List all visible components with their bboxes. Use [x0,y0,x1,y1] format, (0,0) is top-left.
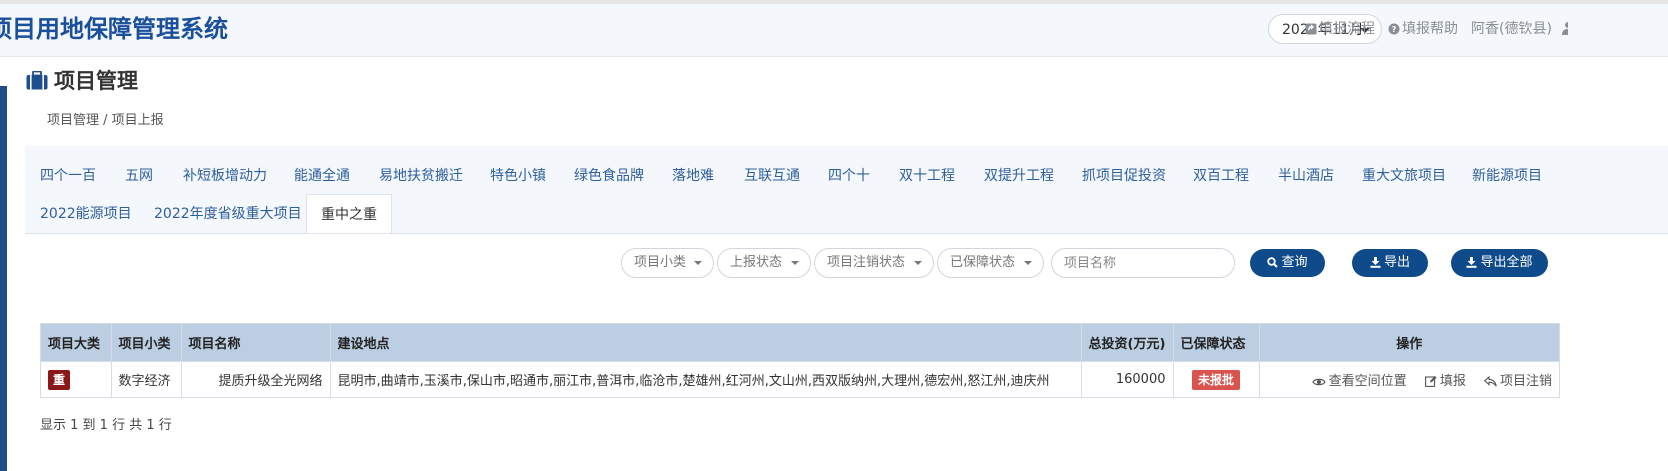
tab-13[interactable]: 抓项目促投资 [1082,162,1166,190]
tab-12[interactable]: 双提升工程 [984,162,1054,190]
tab-4[interactable]: 能通全通 [294,162,350,190]
col-header-ops: 操作 [1259,324,1559,362]
app-header: 项目用地保障管理系统 2022年11月 填报流程 ? 填报帮助 阿香(德钦县) [0,4,1668,57]
user-name: 阿香(德钦县) [1471,21,1552,37]
guarantee-status-select-label: 已保障状态 [950,255,1016,270]
query-button-label: 查询 [1281,255,1308,270]
search-icon [1267,257,1279,268]
sub-category-select-label: 项目小类 [634,255,687,270]
question-circle-icon: ? [1388,23,1400,35]
edit-icon [1424,376,1437,387]
cell-name: 提质升级全光网络 [181,361,331,397]
filter-bar: 项目小类 上报状态 项目注销状态 已保障状态 查询 导出 导出全部 [25,234,1668,292]
col-header-category[interactable]: 项目大类 [41,324,112,362]
report-status-select-label: 上报状态 [730,255,783,270]
tab-15[interactable]: 半山酒店 [1278,162,1334,190]
tab-2[interactable]: 五网 [125,162,153,190]
help-link[interactable]: ? 填报帮助 [1388,19,1458,39]
download-icon [1466,257,1477,268]
category-badge: 重 [48,369,71,390]
tab-16[interactable]: 重大文旅项目 [1362,162,1446,190]
user-icon[interactable] [1561,21,1568,35]
tab-14[interactable]: 双百工程 [1193,162,1249,190]
tab-18[interactable]: 2022能源项目 [40,200,132,228]
col-header-investment[interactable]: 总投资(万元) [1081,324,1174,362]
svg-text:?: ? [1392,25,1397,34]
download-icon [1370,257,1381,268]
tab-3[interactable]: 补短板增动力 [183,162,267,190]
tab-17[interactable]: 新能源项目 [1472,162,1542,190]
table-header-row: 项目大类 项目小类 项目名称 建设地点 总投资(万元) 已保障状态 操作 [41,324,1559,362]
cell-ops: 查看空间位置 填报 项目注销 [1259,361,1559,397]
tab-6[interactable]: 特色小镇 [490,162,546,190]
cell-investment: 160000 [1081,361,1174,397]
caret-down-icon [914,261,922,265]
view-location-label: 查看空间位置 [1328,374,1407,389]
col-header-status[interactable]: 已保障状态 [1173,324,1260,362]
system-title: 项目用地保障管理系统 [0,16,228,43]
sub-category-select[interactable]: 项目小类 [621,248,714,278]
cancel-status-select-label: 项目注销状态 [827,255,906,270]
tab-7[interactable]: 绿色食品牌 [574,162,644,190]
eye-icon [1311,378,1326,386]
caret-down-icon [791,261,799,265]
cell-category: 重 [41,361,112,397]
left-sidebar-strip [0,86,7,471]
col-header-sub-category[interactable]: 项目小类 [111,324,182,362]
view-location-link[interactable]: 查看空间位置 [1311,374,1407,389]
fill-report-label: 填报 [1439,374,1466,389]
tab-11[interactable]: 双十工程 [899,162,955,190]
export-button[interactable]: 导出 [1352,249,1428,277]
cancel-project-link[interactable]: 项目注销 [1483,374,1552,389]
guarantee-status-select[interactable]: 已保障状态 [937,248,1044,278]
tab-9[interactable]: 互联互通 [744,162,800,190]
user-link[interactable]: 阿香(德钦县) [1471,19,1552,39]
tab-active[interactable]: 重中之重 [306,194,392,234]
process-link-label: 填报流程 [1319,21,1375,37]
project-name-input[interactable] [1051,248,1235,278]
tab-1[interactable]: 四个一百 [40,162,96,190]
caret-down-icon [1024,261,1032,265]
col-header-name[interactable]: 项目名称 [181,324,331,362]
tab-10[interactable]: 四个十 [828,162,870,190]
caret-down-icon [694,261,702,265]
tab-8[interactable]: 落地难 [672,162,714,190]
tab-19[interactable]: 2022年度省级重大项目 [154,200,302,228]
cell-sub-category: 数字经济 [111,361,182,397]
page-title: 项目管理 [54,69,138,93]
cancel-status-select[interactable]: 项目注销状态 [814,248,934,278]
table-row: 重 数字经济 提质升级全光网络 昆明市,曲靖市,玉溪市,保山市,昭通市,丽江市,… [41,361,1559,397]
process-link[interactable]: 填报流程 [1305,19,1375,39]
tab-5[interactable]: 易地扶贫搬迁 [379,162,463,190]
help-link-label: 填报帮助 [1402,21,1458,37]
project-table: 项目大类 项目小类 项目名称 建设地点 总投资(万元) 已保障状态 操作 重 数… [40,323,1560,398]
export-button-label: 导出 [1383,255,1410,270]
reply-icon [1483,375,1497,387]
share-icon [1305,23,1317,35]
status-badge: 未报批 [1191,369,1240,390]
cell-status: 未报批 [1173,361,1260,397]
briefcase-icon [26,71,48,90]
pagination-summary: 显示 1 到 1 行 共 1 行 [40,418,172,433]
breadcrumb: 项目管理 / 项目上报 [47,113,164,128]
cell-location: 昆明市,曲靖市,玉溪市,保山市,昭通市,丽江市,普洱市,临沧市,楚雄州,红河州,… [330,361,1082,397]
export-all-button[interactable]: 导出全部 [1451,249,1548,277]
export-all-button-label: 导出全部 [1480,255,1533,270]
fill-report-link[interactable]: 填报 [1424,374,1466,389]
report-status-select[interactable]: 上报状态 [717,248,811,278]
col-header-location[interactable]: 建设地点 [330,324,1082,362]
category-tabs: 四个一百 五网 补短板增动力 能通全通 易地扶贫搬迁 特色小镇 绿色食品牌 落地… [25,146,1668,234]
query-button[interactable]: 查询 [1250,249,1325,277]
cancel-project-label: 项目注销 [1499,374,1552,389]
